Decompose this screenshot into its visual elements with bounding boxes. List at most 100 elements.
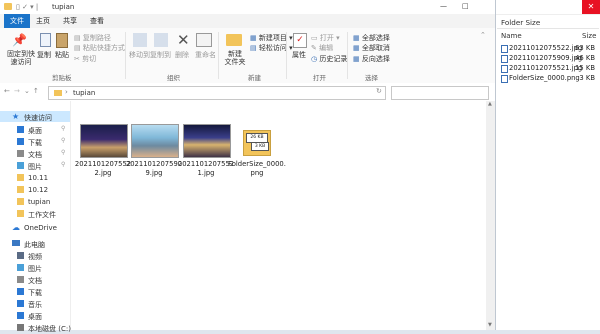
cut-button[interactable]: ✂ 剪切 (74, 54, 96, 64)
invert-selection-button[interactable]: ▦ 反向选择 (353, 54, 390, 64)
up-button[interactable]: ↑ (33, 87, 39, 95)
file-item[interactable] (183, 124, 231, 158)
folder-size-title: Folder Size (501, 18, 541, 27)
nav-quick-item[interactable]: 10.12 (0, 184, 70, 195)
image-thumbnail (131, 124, 179, 158)
back-button[interactable]: ← (4, 87, 10, 95)
nav-pc-item[interactable]: 文档 (0, 274, 70, 285)
document-icon (17, 276, 24, 283)
ribbon-divider (286, 32, 287, 79)
select-none-button[interactable]: ▦ 全部取消 (353, 43, 390, 53)
close-button[interactable]: ✕ (582, 0, 600, 14)
nav-pc-item[interactable]: 视频 (0, 250, 70, 261)
file-icon (501, 45, 508, 53)
nav-quick-item[interactable]: tupian (0, 196, 70, 207)
video-icon (17, 252, 24, 259)
breadcrumb[interactable]: tupian (73, 89, 95, 97)
pin-icon: 📌 (12, 33, 27, 47)
folder-size-row-name: 20211012075522.jpg (509, 44, 583, 52)
nav-pc-item[interactable]: 本地磁盘 (C:) (0, 322, 71, 333)
pinned-icon: ⚲ (61, 161, 66, 168)
pin-to-quick-access-button[interactable]: 固定到快 速访问 (5, 50, 37, 66)
folder-size-row[interactable]: 20211012075909.jpg 46 KB (497, 53, 599, 63)
nav-label: 音乐 (28, 301, 42, 309)
nav-quick-item[interactable]: 图片 ⚲ (0, 160, 70, 171)
copy-to-button[interactable]: 复制到 (150, 50, 171, 60)
tab-file[interactable]: 文件 (4, 14, 30, 28)
copy-button[interactable]: 复制 (37, 50, 51, 60)
forward-button[interactable]: → (14, 87, 20, 95)
folder-icon (17, 210, 24, 217)
move-to-icon (133, 33, 147, 47)
nav-pc-item[interactable]: 图片 (0, 262, 70, 273)
move-to-button[interactable]: 移动到 (129, 50, 150, 60)
nav-quick-access[interactable]: ★ 快速访问 (0, 111, 70, 122)
vertical-scrollbar[interactable] (486, 101, 495, 330)
folder-size-row[interactable]: FolderSize_0000.png 3 KB (497, 73, 599, 83)
minimize-button[interactable]: — (440, 2, 447, 10)
history-button[interactable]: ◷ 历史记录 (311, 54, 347, 64)
paste-button[interactable]: 粘贴 (55, 50, 69, 60)
expand-ribbon-icon[interactable]: ⌃ (480, 31, 486, 39)
nav-quick-item[interactable]: 10.11 (0, 172, 70, 183)
tab-share[interactable]: 共享 (57, 14, 83, 28)
document-icon (17, 150, 24, 157)
nav-pc-item[interactable]: 桌面 (0, 310, 70, 321)
new-folder-icon (226, 34, 242, 46)
paste-shortcut-button[interactable]: ▤ 粘贴快捷方式 (74, 43, 125, 53)
folder-size-row[interactable]: 20211012075521.jpg 15 KB (497, 63, 599, 73)
new-group-label: 新建 (248, 74, 261, 82)
folder-size-row-size: 63 KB (575, 44, 595, 52)
scroll-up-icon[interactable]: ▲ (488, 101, 492, 107)
nav-pc-item[interactable]: 音乐 (0, 298, 70, 309)
recent-locations-icon[interactable]: ⌄ (24, 87, 30, 95)
nav-quick-item[interactable]: 文档 ⚲ (0, 148, 70, 159)
pinned-icon: ⚲ (61, 125, 66, 132)
quick-toolbar-icons[interactable]: ▯ ✓ ▾ | (16, 3, 38, 11)
nav-pc-item[interactable]: 下载 (0, 286, 70, 297)
nav-label: 此电脑 (24, 241, 45, 249)
window-title: tupian (52, 3, 75, 11)
new-item-icon: ▦ (250, 34, 259, 42)
new-folder-button[interactable]: 新建 文件夹 (222, 50, 248, 66)
divider (497, 28, 599, 29)
copy-to-icon (154, 33, 168, 47)
nav-this-pc[interactable]: 此电脑 (0, 238, 70, 249)
column-header-size[interactable]: Size (582, 32, 596, 40)
tab-home[interactable]: 主页 (30, 14, 56, 28)
address-bar[interactable]: › tupian (48, 86, 386, 100)
rename-button[interactable]: 重命名 (195, 50, 216, 60)
rename-icon (196, 33, 212, 47)
refresh-button[interactable]: ↻ (376, 87, 382, 95)
delete-button[interactable]: 删除 (175, 50, 189, 60)
nav-quick-item[interactable]: 桌面 ⚲ (0, 124, 70, 135)
nav-onedrive[interactable]: ☁ OneDrive (0, 222, 70, 233)
cut-icon: ✂ (74, 55, 83, 63)
copy-path-icon: ▤ (74, 34, 83, 42)
properties-icon: ✓ (293, 33, 307, 48)
column-header-name[interactable]: Name (501, 32, 522, 40)
properties-button[interactable]: 属性 (292, 50, 306, 60)
file-icon (501, 75, 508, 83)
pinned-icon: ⚲ (61, 149, 66, 156)
nav-quick-item[interactable]: 下载 ⚲ (0, 136, 70, 147)
delete-icon: ✕ (177, 31, 190, 49)
folder-size-row[interactable]: 20211012075522.jpg 63 KB (497, 43, 599, 53)
folder-size-row-size: 46 KB (575, 54, 595, 62)
file-item[interactable] (80, 124, 128, 158)
open-button[interactable]: ▭ 打开 ▾ (311, 33, 340, 43)
image-thumbnail (80, 124, 128, 158)
nav-quick-item[interactable]: 工作文件 (0, 208, 70, 219)
file-item[interactable]: 26 KB 3 KB (243, 126, 271, 156)
file-item[interactable] (131, 124, 179, 158)
scroll-down-icon[interactable]: ▼ (488, 322, 492, 328)
maximize-button[interactable]: □ (462, 2, 469, 10)
tab-view[interactable]: 查看 (84, 14, 110, 28)
search-input[interactable] (391, 86, 489, 100)
nav-label: 桌面 (28, 313, 42, 321)
ribbon-divider (125, 32, 126, 79)
edit-button[interactable]: ✎ 编辑 (311, 43, 333, 53)
nav-label: 工作文件 (28, 211, 56, 219)
copy-path-button[interactable]: ▤ 复制路径 (74, 33, 111, 43)
select-all-button[interactable]: ▦ 全部选择 (353, 33, 390, 43)
